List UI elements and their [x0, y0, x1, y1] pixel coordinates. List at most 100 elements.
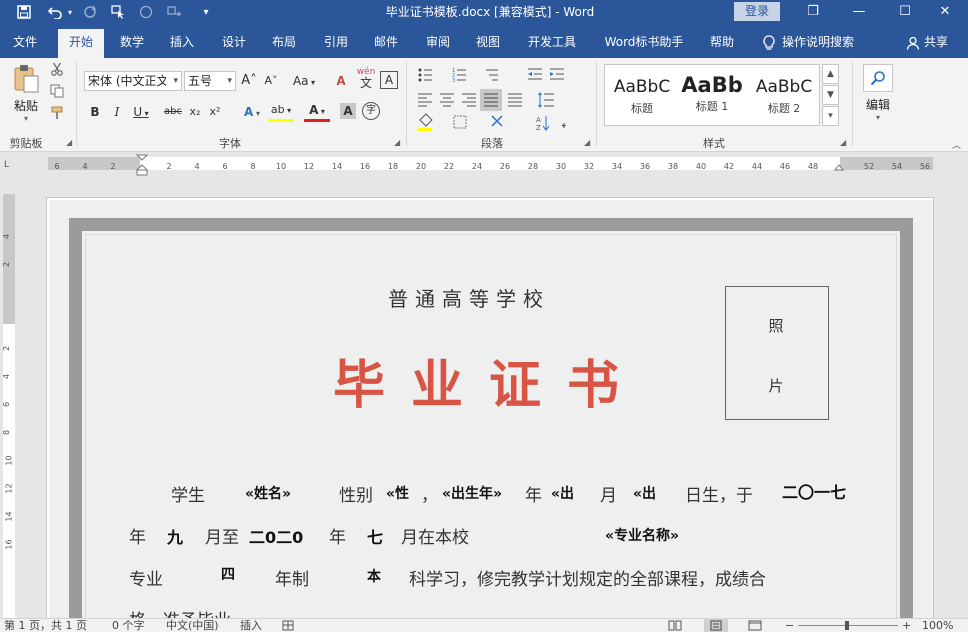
zoom-level[interactable]: 100%: [922, 619, 953, 632]
font-launcher-icon[interactable]: ◢: [394, 138, 400, 147]
text-effect-button[interactable]: A ▾: [240, 102, 264, 122]
shrink-font-button[interactable]: A˅: [262, 71, 280, 91]
cert-end-month[interactable]: 七: [367, 524, 383, 548]
increase-indent-icon[interactable]: [550, 68, 564, 80]
horizontal-ruler[interactable]: L 6 4 2 2 4 6 8 10 12 14 16 18 20 22 24 …: [0, 152, 968, 176]
share-button[interactable]: 共享: [906, 29, 948, 56]
underline-button[interactable]: U ▾: [130, 102, 152, 122]
line-spacing-icon[interactable]: [538, 92, 554, 108]
enclose-char-button[interactable]: 字: [362, 102, 380, 120]
char-border-button[interactable]: A: [380, 71, 398, 89]
style-heading-2[interactable]: AaBbC 标题 2: [749, 65, 819, 125]
copy-icon[interactable]: [48, 84, 66, 104]
tab-layout[interactable]: 布局: [262, 29, 306, 58]
read-mode-icon[interactable]: [668, 620, 682, 632]
char-shading-button[interactable]: A: [340, 103, 356, 119]
merge-field-birth-month[interactable]: «出: [551, 483, 574, 503]
distributed-icon[interactable]: [508, 93, 522, 107]
document-area[interactable]: 普通高等学校 毕业证书 照 片 学生 «姓名» 性别 «性 ， «出生年» 年 …: [18, 176, 968, 618]
shading-icon[interactable]: [418, 113, 433, 131]
numbering-icon[interactable]: 123: [452, 68, 466, 84]
print-layout-icon[interactable]: [704, 619, 728, 632]
styles-gallery[interactable]: AaBbC 标题 AaBb 标题 1 AaBbC 标题 2: [604, 64, 820, 126]
collapse-ribbon-icon[interactable]: ︿: [952, 138, 961, 151]
tab-references[interactable]: 引用: [314, 29, 358, 58]
highlight-button[interactable]: ab ▾: [268, 102, 294, 122]
strikethrough-button[interactable]: abc: [162, 102, 184, 122]
styles-scroll-up-icon[interactable]: ▲: [822, 64, 839, 84]
bullets-icon[interactable]: [418, 68, 433, 82]
cert-start-month[interactable]: 九: [167, 524, 183, 548]
tab-stop-selector[interactable]: L: [4, 160, 9, 170]
close-icon[interactable]: ✕: [922, 0, 968, 24]
page[interactable]: 普通高等学校 毕业证书 照 片 学生 «姓名» 性别 «性 ， «出生年» 年 …: [46, 197, 934, 618]
style-heading-1[interactable]: AaBb 标题 1: [679, 65, 745, 125]
change-case-button[interactable]: Aa ▾: [290, 71, 318, 91]
customize-qat-icon[interactable]: ▾: [194, 0, 218, 24]
paragraph-launcher-icon[interactable]: ◢: [584, 138, 590, 147]
certificate-image[interactable]: 普通高等学校 毕业证书 照 片 学生 «姓名» 性别 «性 ， «出生年» 年 …: [49, 200, 933, 618]
page-count[interactable]: 第 1 页，共 1 页: [4, 619, 87, 632]
undo-dropdown-icon[interactable]: ▾: [64, 0, 76, 24]
style-title[interactable]: AaBbC 标题: [607, 65, 677, 125]
format-painter-icon[interactable]: [48, 106, 66, 126]
cert-years-value[interactable]: 四: [221, 564, 235, 584]
language-indicator[interactable]: 中文(中国): [166, 619, 219, 632]
show-marks-icon[interactable]: ↲: [560, 117, 566, 131]
touch-mode-icon[interactable]: [106, 0, 130, 24]
macro-icon[interactable]: [282, 620, 294, 632]
tab-view[interactable]: 视图: [466, 29, 510, 58]
decrease-indent-icon[interactable]: [528, 68, 542, 80]
merge-field-gender[interactable]: «性: [386, 483, 409, 503]
chinese-layout-icon[interactable]: [491, 115, 503, 127]
superscript-button[interactable]: x²: [206, 102, 224, 122]
styles-scroll-down-icon[interactable]: ▼: [822, 85, 839, 105]
indent-markers[interactable]: [136, 154, 148, 176]
cert-end-year[interactable]: 二0二0: [249, 524, 303, 548]
tab-help[interactable]: 帮助: [700, 29, 744, 58]
tab-math[interactable]: 数学: [110, 29, 154, 58]
tab-file[interactable]: 文件: [2, 29, 48, 58]
save-icon[interactable]: [12, 0, 36, 24]
italic-button[interactable]: I: [108, 102, 126, 122]
zoom-in-button[interactable]: +: [902, 619, 911, 632]
tab-home[interactable]: 开始: [58, 29, 104, 58]
cut-icon[interactable]: [48, 62, 66, 82]
borders-icon[interactable]: [453, 115, 467, 129]
cert-level[interactable]: 本: [367, 566, 381, 586]
font-name-combo[interactable]: 宋体 (中文正文 ▾: [84, 71, 182, 91]
web-layout-icon[interactable]: [748, 620, 762, 632]
styles-more-icon[interactable]: ▾: [822, 106, 839, 126]
font-color-button[interactable]: A ▾: [304, 102, 330, 122]
tab-mailings[interactable]: 邮件: [364, 29, 408, 58]
styles-launcher-icon[interactable]: ◢: [840, 138, 846, 147]
right-indent-marker[interactable]: [834, 164, 844, 174]
align-center-icon[interactable]: [440, 93, 454, 107]
tab-developer[interactable]: 开发工具: [520, 29, 584, 58]
align-left-icon[interactable]: [418, 93, 432, 107]
subscript-button[interactable]: x₂: [186, 102, 204, 122]
insert-mode[interactable]: 插入: [240, 619, 262, 632]
multilevel-list-icon[interactable]: [486, 69, 498, 81]
tab-bid-assistant[interactable]: Word标书助手: [596, 29, 692, 58]
bold-button[interactable]: B: [86, 102, 104, 122]
clipboard-launcher-icon[interactable]: ◢: [66, 138, 72, 147]
cert-start-year[interactable]: 二〇一七: [782, 479, 846, 503]
phonetic-guide-button[interactable]: wén 文: [356, 67, 376, 91]
merge-field-major[interactable]: «专业名称»: [605, 525, 679, 545]
merge-field-birth-year[interactable]: «出生年»: [442, 483, 502, 503]
clear-format-button[interactable]: A: [332, 71, 350, 91]
login-button[interactable]: 登录: [734, 2, 780, 21]
tab-insert[interactable]: 插入: [160, 29, 204, 58]
paste-button[interactable]: 粘贴 ▾: [8, 64, 44, 124]
zoom-slider-thumb[interactable]: [845, 621, 849, 630]
editing-button[interactable]: 编辑 ▾: [860, 64, 896, 128]
grow-font-button[interactable]: A˄: [240, 71, 258, 91]
tab-design[interactable]: 设计: [212, 29, 256, 58]
tab-review[interactable]: 审阅: [416, 29, 460, 58]
word-count[interactable]: 0 个字: [112, 619, 145, 632]
minimize-icon[interactable]: —: [836, 0, 882, 24]
ribbon-display-icon[interactable]: ❐: [790, 0, 836, 24]
font-size-combo[interactable]: 五号 ▾: [184, 71, 236, 91]
vertical-ruler[interactable]: 4 2 2 4 6 8 10 12 14 16: [0, 176, 18, 618]
